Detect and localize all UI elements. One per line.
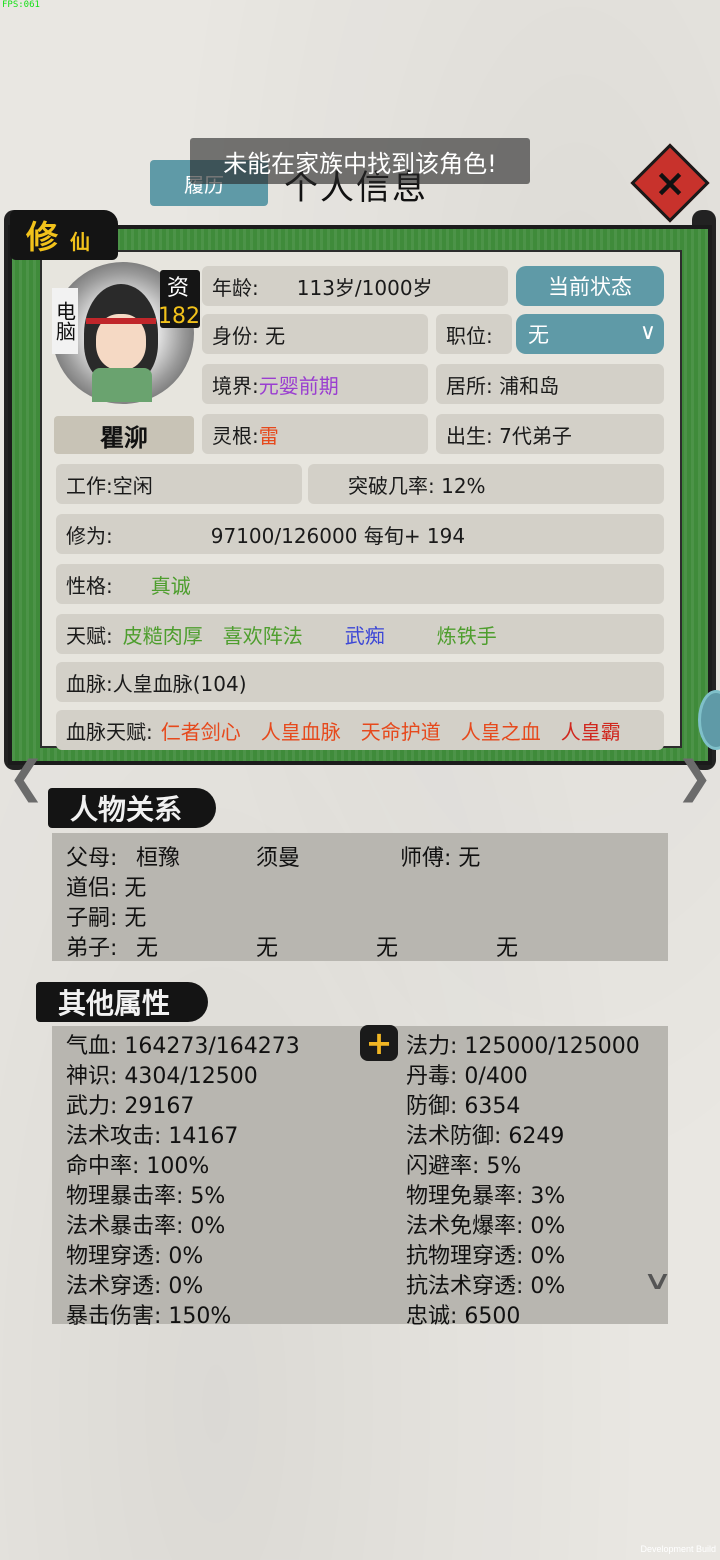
- chevron-down-icon: ∨: [639, 320, 656, 345]
- current-state-button[interactable]: 当前状态: [516, 266, 664, 306]
- partner: 道侣: 无: [66, 876, 147, 901]
- heir: 子嗣: 无: [66, 906, 147, 931]
- relations-title: 人物关系: [48, 788, 216, 828]
- talent-label: 天赋:: [66, 623, 113, 648]
- badge-xian: 仙: [70, 230, 90, 254]
- talent-item[interactable]: 武痴: [345, 620, 385, 649]
- attr-left: 命中率: 100%: [66, 1154, 210, 1179]
- aptitude-value: 182: [158, 304, 200, 329]
- aptitude-label: 资: [167, 276, 190, 301]
- parent-name[interactable]: 桓豫: [136, 840, 180, 872]
- disciples-label: 弟子:: [66, 936, 118, 961]
- bloodline-talent-row: 血脉天赋: 仁者剑心 人皇血脉 天命护道 人皇之血 人皇霸: [56, 710, 664, 750]
- age-value: 113岁/1000岁: [296, 275, 433, 300]
- attr-right: 抗法术穿透: 0%: [406, 1274, 566, 1299]
- spirit-root-row: 灵根: 雷: [202, 414, 428, 454]
- realm-label: 境界:: [212, 373, 259, 398]
- talent-item[interactable]: 炼铁手: [437, 620, 497, 649]
- attributes-title: 其他属性: [36, 982, 208, 1022]
- bloodline-talent-item[interactable]: 天命护道: [361, 716, 441, 745]
- realm-value: 元婴前期: [258, 373, 339, 398]
- talent-item[interactable]: 喜欢阵法: [223, 620, 303, 649]
- residence-row: 居所: 浦和岛: [436, 364, 664, 404]
- disciple-item: 无: [376, 936, 399, 961]
- badge-xiu: 修: [26, 218, 59, 256]
- position-value: 无: [528, 323, 549, 347]
- age-label: 年龄:: [212, 275, 259, 300]
- attr-left: 武力: 29167: [66, 1094, 195, 1119]
- identity-row: 身份: 无: [202, 314, 428, 354]
- prev-arrow-icon[interactable]: ❮: [8, 752, 45, 803]
- character-name: 瞿泖: [100, 422, 148, 452]
- avatar-robe: [92, 368, 152, 402]
- disciple-item: 无: [136, 936, 159, 961]
- bloodline-talent-item[interactable]: 人皇血脉: [261, 716, 341, 745]
- bloodline-talent-label: 血脉天赋:: [66, 719, 153, 744]
- attr-right: 法术防御: 6249: [406, 1124, 565, 1149]
- attr-right: 法力: 125000/125000: [406, 1034, 640, 1059]
- talent-row: 天赋: 皮糙肉厚 喜欢阵法 武痴 炼铁手: [56, 614, 664, 654]
- cultivation-label: 修为:: [66, 523, 113, 548]
- attr-left: 物理暴击率: 5%: [66, 1184, 226, 1209]
- personality-value: 真诚: [150, 573, 191, 598]
- parents-label: 父母:: [66, 846, 118, 871]
- attr-right: 忠诚: 6500: [406, 1304, 521, 1329]
- attr-left: 法术穿透: 0%: [66, 1274, 204, 1299]
- personality-label: 性格:: [66, 573, 113, 598]
- birth-row: 出生: 7代弟子: [436, 414, 664, 454]
- attr-left: 法术攻击: 14167: [66, 1124, 239, 1149]
- master: 师傅: 无: [400, 846, 481, 871]
- attr-left: 法术暴击率: 0%: [66, 1214, 226, 1239]
- attr-left: 物理穿透: 0%: [66, 1244, 204, 1269]
- talent-item[interactable]: 皮糙肉厚: [123, 620, 203, 649]
- attr-right: 法术免爆率: 0%: [406, 1214, 566, 1239]
- attr-left: 暴击伤害: 150%: [66, 1304, 232, 1329]
- avatar-headband: [86, 318, 156, 324]
- attr-right: 防御: 6354: [406, 1094, 521, 1119]
- attr-left: 神识: 4304/12500: [66, 1064, 258, 1089]
- realm-row: 境界: 元婴前期: [202, 364, 428, 404]
- attr-left: 气血: 164273/164273: [66, 1034, 300, 1059]
- controller-tag: 电脑: [52, 288, 78, 354]
- attr-right: 抗物理穿透: 0%: [406, 1244, 566, 1269]
- personality-row: 性格: 真诚: [56, 564, 664, 604]
- position-dropdown[interactable]: 无 ∨: [516, 314, 664, 354]
- disciple-item: 无: [256, 936, 279, 961]
- breakthrough-row: 突破几率: 12%: [308, 464, 664, 504]
- dev-build-label: Development Build: [640, 1544, 716, 1554]
- close-icon[interactable]: ×: [642, 155, 698, 211]
- attr-right: 物理免暴率: 3%: [406, 1184, 566, 1209]
- attr-right: 闪避率: 5%: [406, 1154, 522, 1179]
- spirit-root-label: 灵根:: [212, 423, 259, 448]
- work-row: 工作:空闲: [56, 464, 302, 504]
- parent-name[interactable]: 须曼: [256, 840, 300, 872]
- cultivation-value: 97100/126000 每旬+ 194: [210, 523, 466, 548]
- character-name-plate[interactable]: 瞿泖: [54, 416, 194, 454]
- disciple-item: 无: [496, 936, 519, 961]
- age-row: 年龄: 113岁/1000岁: [202, 266, 508, 306]
- position-label: 职位:: [436, 314, 512, 354]
- fps-counter: FPS:061: [2, 0, 40, 10]
- bloodline-row: 血脉:人皇血脉(104): [56, 662, 664, 702]
- bloodline-talent-item[interactable]: 人皇霸: [561, 716, 621, 745]
- spirit-root-value: 雷: [258, 423, 279, 448]
- plus-icon[interactable]: +: [360, 1024, 398, 1062]
- toast-message: 未能在家族中找到该角色!: [190, 138, 530, 184]
- cultivation-row: 修为: 97100/126000 每旬+ 194: [56, 514, 664, 554]
- bloodline-talent-item[interactable]: 人皇之血: [461, 716, 541, 745]
- chevron-down-icon[interactable]: ∨: [642, 1266, 672, 1296]
- next-arrow-icon[interactable]: ❯: [676, 752, 713, 803]
- bloodline-talent-item[interactable]: 仁者剑心: [161, 716, 241, 745]
- attr-right: 丹毒: 0/400: [406, 1064, 528, 1089]
